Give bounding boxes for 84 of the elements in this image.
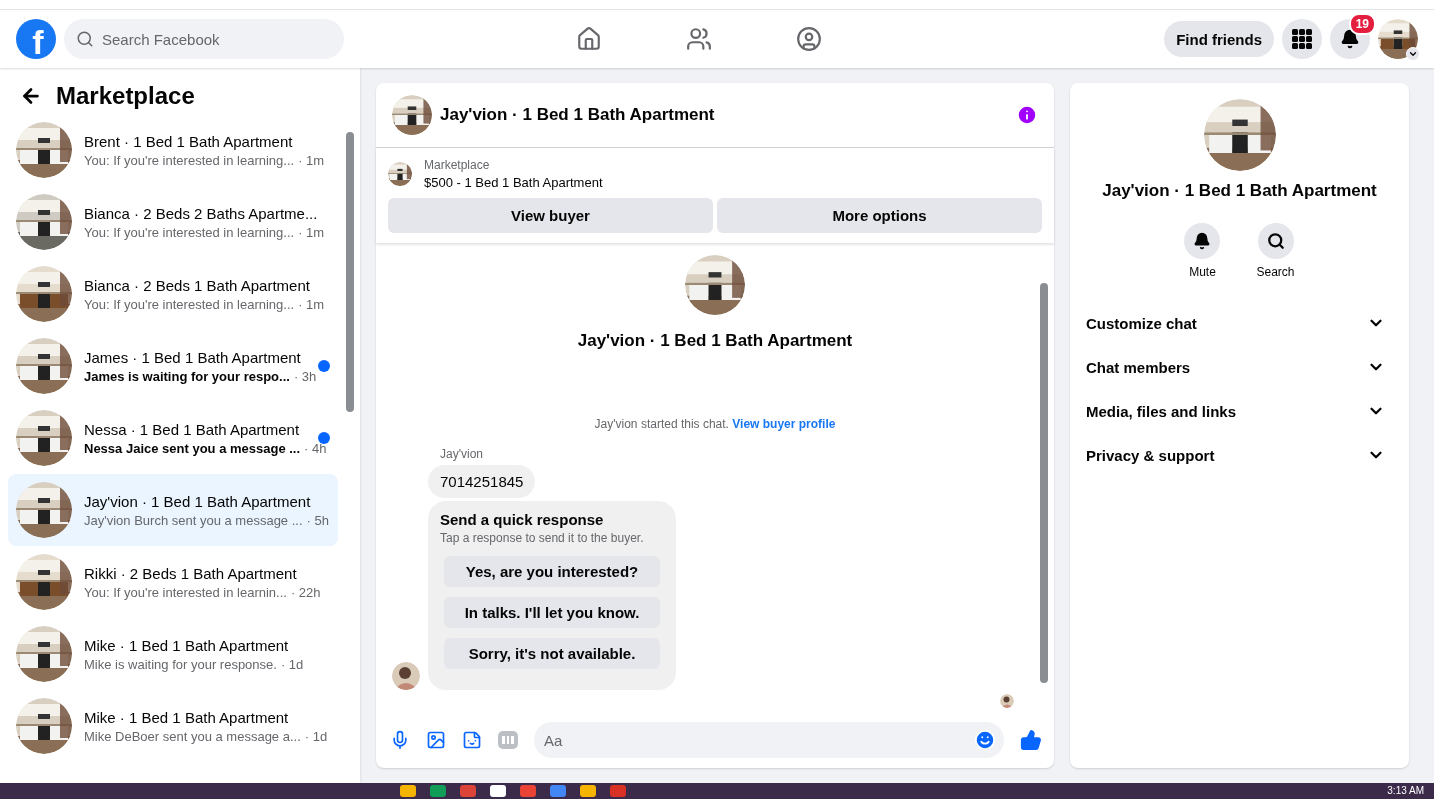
- message-preview: James is waiting for your respo...: [84, 368, 290, 384]
- chat-title: Mike · 1 Bed 1 Bath Apartment: [84, 636, 290, 654]
- details-section[interactable]: Media, files and links: [1086, 389, 1393, 433]
- message-time: · 3h: [293, 368, 317, 384]
- search-icon: [1266, 232, 1285, 250]
- unread-dot: [318, 360, 330, 372]
- account-caret[interactable]: [1406, 47, 1420, 61]
- bell-icon: [1340, 29, 1360, 49]
- facebook-logo[interactable]: f: [16, 19, 56, 59]
- chat-title: Bianca · 2 Beds 1 Bath Apartment: [84, 276, 311, 294]
- scrollbar[interactable]: [1040, 283, 1048, 683]
- notification-badge: 19: [1348, 13, 1376, 35]
- sidebar-title: Marketplace: [56, 82, 195, 110]
- info-icon[interactable]: [1016, 104, 1038, 126]
- message-time: · 1m: [298, 224, 325, 240]
- microphone-icon[interactable]: [390, 730, 410, 750]
- listing-name: $500 - 1 Bed 1 Bath Apartment: [424, 175, 603, 190]
- chat-list-item[interactable]: Bianca · 2 Beds 1 Bath Apartment You: If you're interested in learning... · 1m: [8, 258, 338, 330]
- chat-intro-title: Jay'vion · 1 Bed 1 Bath Apartment: [577, 331, 853, 351]
- chat-header-title: Jay'vion · 1 Bed 1 Bath Apartment: [440, 105, 716, 125]
- chat-list-item[interactable]: James · 1 Bed 1 Bath Apartment James is waiting for your respo... · 3h: [8, 330, 338, 402]
- chat-title: Rikki · 2 Beds 1 Bath Apartment: [84, 564, 298, 582]
- back-icon[interactable]: [20, 85, 42, 107]
- details-section[interactable]: Customize chat: [1086, 301, 1393, 345]
- taskbar-clock: 3:13 AM: [1387, 786, 1424, 796]
- message-time: · 1m: [298, 296, 325, 312]
- quick-response-title: Send a quick response: [440, 511, 605, 528]
- menu-button[interactable]: [1282, 19, 1322, 59]
- groups-icon[interactable]: [796, 26, 823, 52]
- details-title: Jay'vion · 1 Bed 1 Bath Apartment: [1102, 181, 1377, 201]
- buyer-profile-link[interactable]: View buyer profile: [732, 417, 836, 431]
- chat-title: Mike · 1 Bed 1 Bath Apartment: [84, 708, 290, 726]
- chat-title: Brent · 1 Bed 1 Bath Apartment: [84, 132, 294, 150]
- action-button[interactable]: More options: [717, 198, 1042, 233]
- action-button[interactable]: View buyer: [388, 198, 713, 233]
- search-icon: [76, 30, 94, 48]
- message-time: · 22h: [290, 584, 321, 600]
- quick-response-button[interactable]: In talks. I'll let you know.: [444, 597, 660, 628]
- message-time: · 1m: [298, 152, 325, 168]
- emoji-icon[interactable]: [974, 729, 996, 751]
- chat-list-item[interactable]: Rikki · 2 Beds 1 Bath Apartment You: If you're interested in learnin... · 22h: [8, 546, 338, 618]
- listing-label: Marketplace: [424, 158, 491, 172]
- grid-icon: [1292, 29, 1312, 49]
- unread-dot: [318, 432, 330, 444]
- like-icon[interactable]: [1020, 729, 1042, 751]
- sticker-icon[interactable]: [462, 730, 482, 750]
- message-time: · 1d: [304, 728, 328, 744]
- friends-icon[interactable]: [686, 26, 713, 52]
- chat-list-item[interactable]: Bianca · 2 Beds 2 Baths Apartme... You: If you're interested in learning... · 1m: [8, 186, 338, 258]
- message-time: · 1d: [280, 656, 304, 672]
- message-bubble: 7014251845: [428, 465, 536, 498]
- home-icon[interactable]: [576, 26, 603, 52]
- message-preview: Jay'vion Burch sent you a message ...: [84, 512, 303, 528]
- image-icon[interactable]: [426, 730, 446, 750]
- chat-title: James · 1 Bed 1 Bath Apartment: [84, 348, 302, 366]
- quick-response-button[interactable]: Yes, are you interested?: [444, 556, 660, 587]
- chat-list-item[interactable]: Nessa · 1 Bed 1 Bath Apartment Nessa Jaice sent you a message ... · 4h: [8, 402, 338, 474]
- message-time: · 4h: [304, 440, 327, 456]
- find-friends-button[interactable]: Find friends: [1164, 21, 1274, 57]
- message-preview: You: If you're interested in learning...: [84, 152, 295, 168]
- message-preview: You: If you're interested in learning...: [84, 296, 295, 312]
- message-field[interactable]: Aa: [534, 722, 1004, 758]
- message-preview: You: If you're interested in learnin...: [84, 584, 287, 600]
- chat-list-item[interactable]: Mike · 1 Bed 1 Bath Apartment Mike is waiting for your response. · 1d: [8, 618, 338, 690]
- message-time: · 5h: [306, 512, 329, 528]
- message-preview: Mike DeBoer sent you a message a...: [84, 728, 301, 744]
- scrollbar[interactable]: [346, 132, 354, 412]
- bell-icon: [1193, 232, 1212, 250]
- chat-title: Nessa · 1 Bed 1 Bath Apartment: [84, 420, 301, 438]
- chat-list-item[interactable]: Mike · 1 Bed 1 Bath Apartment Mike DeBoer sent you a message a... · 1d: [8, 690, 338, 762]
- chat-list-item[interactable]: Jay'vion · 1 Bed 1 Bath Apartment Jay'vion Burch sent you a message ... · 5h: [8, 474, 338, 546]
- chat-started-text: Jay'vion started this chat. View buyer profile: [593, 417, 837, 431]
- chat-list-item[interactable]: Brent · 1 Bed 1 Bath Apartment You: If you're interested in learning... · 1m: [8, 114, 338, 186]
- search-field[interactable]: Search Facebook: [64, 19, 344, 59]
- quick-response-button[interactable]: Sorry, it's not available.: [444, 638, 660, 669]
- quick-response-hint: Tap a response to send it to the buyer.: [440, 531, 645, 545]
- message-preview: Mike is waiting for your response.: [84, 656, 277, 672]
- message-preview: Nessa Jaice sent you a message ...: [84, 440, 301, 456]
- chat-title: Jay'vion · 1 Bed 1 Bath Apartment: [84, 492, 312, 510]
- details-section[interactable]: Chat members: [1086, 345, 1393, 389]
- message-preview: You: If you're interested in learning...: [84, 224, 295, 240]
- chat-title: Bianca · 2 Beds 2 Baths Apartme...: [84, 204, 319, 222]
- details-section[interactable]: Privacy & support: [1086, 433, 1393, 477]
- sender-name: Jay'vion: [440, 447, 484, 461]
